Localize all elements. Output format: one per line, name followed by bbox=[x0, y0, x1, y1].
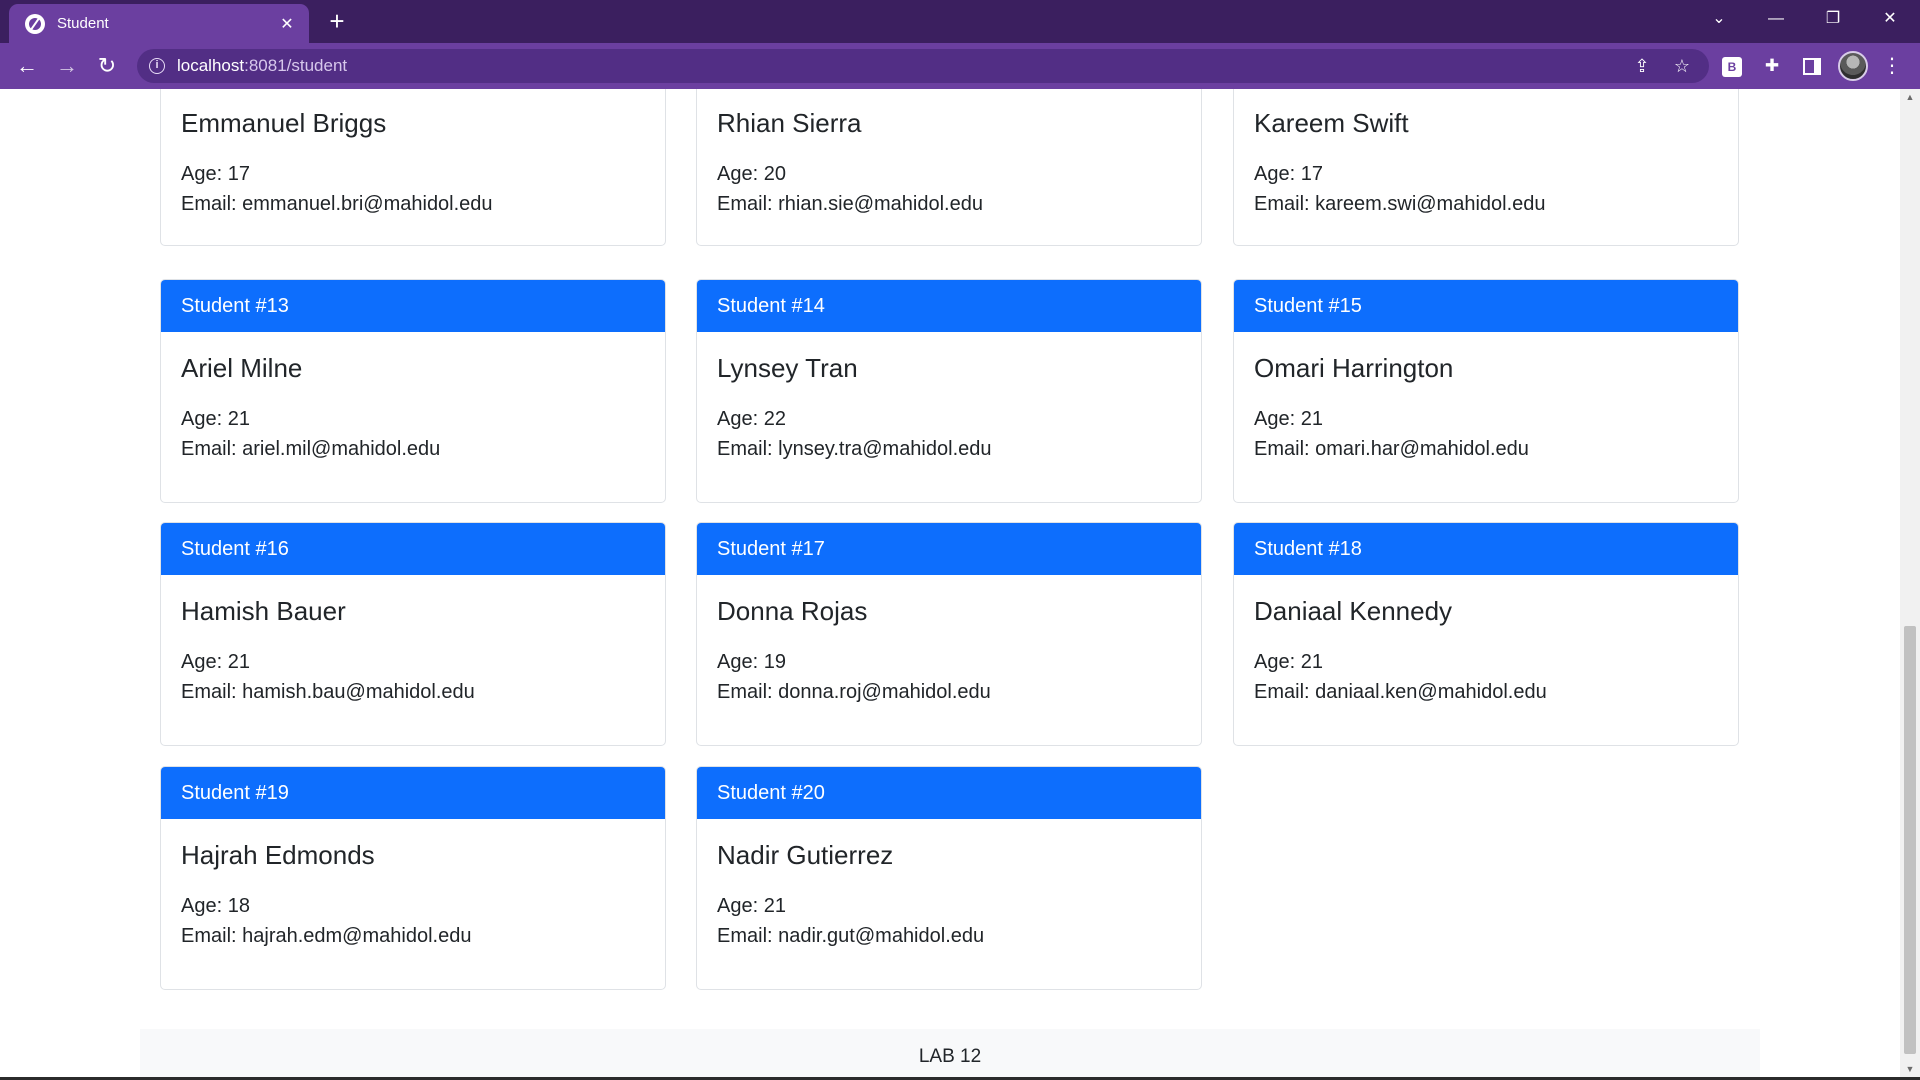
globe-icon bbox=[25, 13, 45, 34]
close-tab-icon[interactable]: ✕ bbox=[277, 14, 297, 34]
student-age: Age: 21 bbox=[181, 651, 250, 673]
student-name: Hajrah Edmonds bbox=[181, 840, 375, 870]
student-email: Email: nadir.gut@mahidol.edu bbox=[717, 925, 985, 947]
reload-icon[interactable]: ↻ bbox=[91, 50, 123, 82]
scroll-down-arrow-icon[interactable]: ▼ bbox=[1900, 1061, 1920, 1077]
student-email: Email: hajrah.edm@mahidol.edu bbox=[181, 925, 472, 947]
profile-avatar[interactable] bbox=[1838, 51, 1868, 81]
new-tab-button[interactable]: + bbox=[322, 6, 352, 36]
student-name: Lynsey Tran bbox=[717, 353, 858, 383]
back-arrow-icon[interactable]: ← bbox=[11, 50, 43, 82]
student-name: Rhian Sierra bbox=[717, 108, 862, 138]
url-path: :8081/student bbox=[244, 56, 348, 75]
url-host: localhost bbox=[177, 56, 245, 75]
student-name: Kareem Swift bbox=[1254, 108, 1409, 138]
student-name: Ariel Milne bbox=[181, 353, 303, 383]
student-card: Rhian Sierra Age: 20 Email: rhian.sie@ma… bbox=[696, 89, 1202, 246]
student-email: Email: hamish.bau@mahidol.edu bbox=[181, 681, 475, 703]
student-card: Student #16 Hamish Bauer Age: 21 Email: … bbox=[160, 522, 666, 746]
student-age: Age: 17 bbox=[181, 163, 250, 185]
extensions-puzzle-icon[interactable]: ✚ bbox=[1758, 52, 1786, 80]
address-bar[interactable]: i localhost:8081/student ⇪ ☆ bbox=[137, 49, 1709, 83]
student-name: Donna Rojas bbox=[717, 596, 868, 626]
student-age: Age: 21 bbox=[181, 408, 250, 430]
student-card: Student #19 Hajrah Edmonds Age: 18 Email… bbox=[160, 766, 666, 990]
student-email: Email: donna.roj@mahidol.edu bbox=[717, 681, 991, 703]
student-card: Student #15 Omari Harrington Age: 21 Ema… bbox=[1233, 279, 1739, 503]
student-email: Email: emmanuel.bri@mahidol.edu bbox=[181, 193, 493, 215]
page-footer: LAB 12 bbox=[140, 1029, 1760, 1077]
student-name: Hamish Bauer bbox=[181, 596, 346, 626]
card-header: Student #16 bbox=[161, 523, 665, 575]
forward-arrow-icon[interactable]: → bbox=[51, 50, 83, 82]
student-card: Student #18 Daniaal Kennedy Age: 21 Emai… bbox=[1233, 522, 1739, 746]
card-header: Student #15 bbox=[1234, 280, 1738, 332]
restore-button[interactable]: ❐ bbox=[1811, 0, 1855, 38]
page-viewport: Emmanuel Briggs Age: 17 Email: emmanuel.… bbox=[0, 89, 1900, 1077]
student-age: Age: 21 bbox=[717, 895, 786, 917]
student-card: Student #17 Donna Rojas Age: 19 Email: d… bbox=[696, 522, 1202, 746]
extension-b-icon[interactable]: B bbox=[1722, 57, 1742, 77]
card-header: Student #17 bbox=[697, 523, 1201, 575]
student-age: Age: 22 bbox=[717, 408, 786, 430]
student-name: Daniaal Kennedy bbox=[1254, 596, 1453, 626]
student-card: Student #20 Nadir Gutierrez Age: 21 Emai… bbox=[696, 766, 1202, 990]
student-email: Email: daniaal.ken@mahidol.edu bbox=[1254, 681, 1547, 703]
student-email: Email: rhian.sie@mahidol.edu bbox=[717, 193, 983, 215]
scroll-up-arrow-icon[interactable]: ▲ bbox=[1900, 89, 1920, 105]
student-email: Email: omari.har@mahidol.edu bbox=[1254, 438, 1529, 460]
scrollbar-thumb[interactable] bbox=[1904, 626, 1916, 1054]
student-email: Email: kareem.swi@mahidol.edu bbox=[1254, 193, 1546, 215]
card-header: Student #14 bbox=[697, 280, 1201, 332]
card-header: Student #18 bbox=[1234, 523, 1738, 575]
student-card: Emmanuel Briggs Age: 17 Email: emmanuel.… bbox=[160, 89, 666, 246]
close-window-button[interactable]: ✕ bbox=[1868, 0, 1912, 38]
student-card: Student #14 Lynsey Tran Age: 22 Email: l… bbox=[696, 279, 1202, 503]
student-age: Age: 19 bbox=[717, 651, 786, 673]
student-name: Omari Harrington bbox=[1254, 353, 1454, 383]
browser-toolbar: ← → ↻ i localhost:8081/student ⇪ ☆ B ✚ bbox=[0, 43, 1920, 89]
browser-tab-student[interactable]: Student ✕ bbox=[9, 4, 309, 43]
tab-search-chevron-icon[interactable]: ⌄ bbox=[1697, 0, 1741, 38]
page-scrollbar[interactable]: ▲ ▼ bbox=[1900, 89, 1920, 1077]
site-info-icon[interactable]: i bbox=[149, 58, 165, 74]
student-age: Age: 20 bbox=[717, 163, 786, 185]
bookmark-star-icon[interactable]: ☆ bbox=[1667, 49, 1697, 83]
student-email: Email: ariel.mil@mahidol.edu bbox=[181, 438, 441, 460]
minimize-button[interactable]: — bbox=[1754, 0, 1798, 38]
student-age: Age: 21 bbox=[1254, 408, 1323, 430]
student-age: Age: 18 bbox=[181, 895, 250, 917]
student-card: Student #13 Ariel Milne Age: 21 Email: a… bbox=[160, 279, 666, 503]
browser-tabstrip: Student ✕ + ⌄ — ❐ ✕ bbox=[0, 0, 1920, 43]
student-name: Nadir Gutierrez bbox=[717, 840, 894, 870]
tab-title: Student bbox=[57, 15, 109, 32]
browser-menu-icon[interactable]: ⋮ bbox=[1880, 52, 1904, 80]
card-header: Student #19 bbox=[161, 767, 665, 819]
share-icon[interactable]: ⇪ bbox=[1627, 49, 1657, 83]
student-name: Emmanuel Briggs bbox=[181, 108, 387, 138]
side-panel-icon[interactable] bbox=[1803, 58, 1821, 75]
card-header: Student #13 bbox=[161, 280, 665, 332]
student-age: Age: 17 bbox=[1254, 163, 1323, 185]
card-header: Student #20 bbox=[697, 767, 1201, 819]
student-age: Age: 21 bbox=[1254, 651, 1323, 673]
student-email: Email: lynsey.tra@mahidol.edu bbox=[717, 438, 992, 460]
student-card: Kareem Swift Age: 17 Email: kareem.swi@m… bbox=[1233, 89, 1739, 246]
